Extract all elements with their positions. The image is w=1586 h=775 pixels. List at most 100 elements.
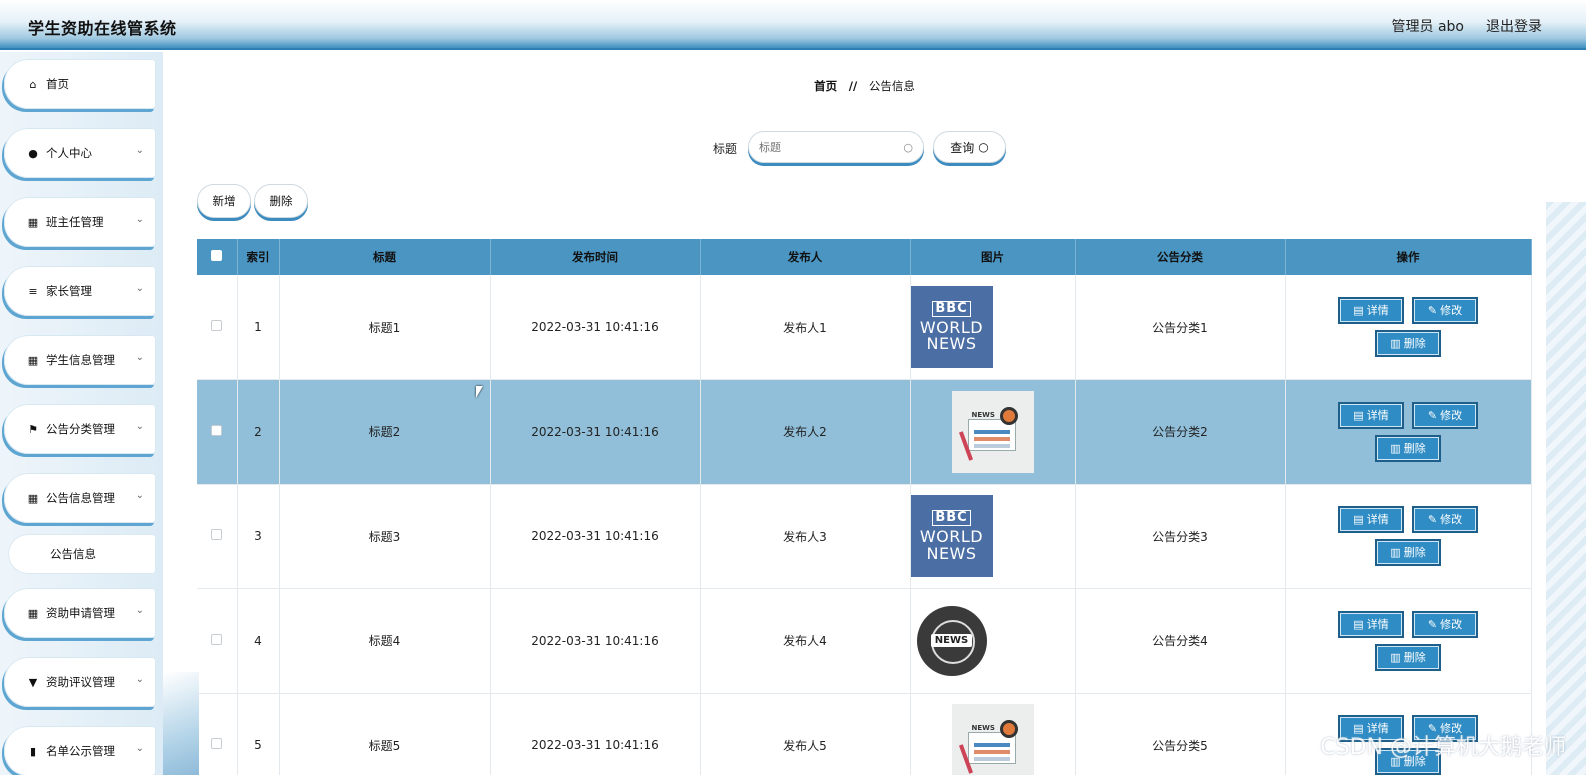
sidebar-item[interactable]: ▮ 名单公示管理 ⌄ [4,726,156,775]
add-button[interactable]: 新增 [197,184,251,218]
cell-title: 标题4 [279,588,491,694]
cell-index: 5 [237,693,280,775]
delete-button-label: 删除 [1403,546,1426,560]
trash-icon: ▥ [1390,546,1401,560]
cell-category: 公告分类4 [1075,588,1286,694]
detail-button[interactable]: ▤ 详情 [1338,610,1404,638]
sidebar-item-label: 名单公示管理 [46,744,115,758]
row-checkbox[interactable] [211,633,223,645]
row-delete-button[interactable]: ▥ 删除 [1375,643,1441,671]
cell-index: 1 [237,275,280,380]
table-row[interactable]: 1 标题1 2022-03-31 10:41:16 发布人1 BBC WORLD NEWS 公… [197,275,1532,380]
search-icon: ○ [903,140,913,154]
sidebar-item[interactable]: ▦ 资助申请管理 ⌄ [4,588,156,638]
row-checkbox[interactable] [211,738,223,750]
cell-title: 标题3 [279,484,491,589]
cell-index: 3 [237,484,280,589]
chevron-down-icon: ⌄ [135,421,144,432]
bbc-logo-text: BBC [932,510,971,526]
sidebar-item[interactable]: ▼ 资助评议管理 ⌄ [4,657,156,707]
edit-button-label: 修改 [1440,304,1463,317]
row-delete-button[interactable]: ▥ 删除 [1375,434,1441,462]
select-all-checkbox[interactable] [211,250,223,261]
sidebar-item[interactable]: ≡ 家长管理 ⌄ [4,266,156,316]
breadcrumb-home[interactable]: 首页 [814,79,837,93]
csdn-watermark: CSDN @计算机大鹅老师 [1320,735,1566,760]
trash-icon: ▥ [1390,337,1401,350]
news-image-paper: NEWS [951,704,1034,775]
search-title-input[interactable] [759,140,889,154]
row-checkbox[interactable] [211,320,223,331]
edit-button[interactable]: ✎ 修改 [1412,297,1478,324]
admin-user-label[interactable]: 管理员 abo [1392,16,1464,36]
column-header: 公告分类 [1075,239,1286,275]
edit-button-label: 修改 [1440,513,1463,527]
row-select-cell [197,693,238,775]
flag-icon: ⚑ [28,422,38,436]
table-row[interactable]: 2 标题2 2022-03-31 10:41:16 发布人2 NEWS 公告分类2 ▤ 详情 ✎… [197,379,1532,485]
row-delete-button[interactable]: ▥ 删除 [1375,330,1441,357]
cell-title: 标题5 [279,693,491,775]
sidebar-item-label: 个人中心 [46,146,92,160]
sidebar-item-label: 公告分类管理 [46,422,115,436]
sidebar-item[interactable]: ▦ 班主任管理 ⌄ [4,197,156,247]
delete-selected-button[interactable]: 删除 [254,184,308,218]
select-all-cell [197,239,238,275]
row-checkbox[interactable] [211,424,223,436]
detail-button[interactable]: ▤ 详情 [1338,401,1404,429]
breadcrumb-separator: // [848,79,858,93]
trash-icon: ▥ [1390,650,1401,664]
column-header: 发布人 [700,239,911,275]
sidebar-item-label: 家长管理 [46,284,92,298]
sidebar: ⌂ 首页 ● 个人中心 ⌄ ▦ 班主任管理 ⌄ ≡ 家长管理 ⌄ ▦ 学生信息管理 ⌄ ⚑ 公告分类管理 ⌄ ▦ 公… [0,52,163,775]
app-title: 学生资助在线管系统 [28,19,177,38]
chevron-down-icon: ⌄ [135,743,144,754]
sidebar-item[interactable]: ● 个人中心 ⌄ [4,128,156,178]
document-icon: ▤ [1353,304,1364,317]
sidebar-item[interactable]: ⌂ 首页 [4,59,156,109]
cell-title: 标题1 [279,275,491,380]
logout-link[interactable]: 退出登录 [1486,16,1542,36]
main-content: 首页 // 公告信息 标题 ○ 查询 ○ 新增 删除 索引 标题 发布时间 发布… [163,52,1586,775]
news-image-globe: NEWS [910,599,993,682]
query-button[interactable]: 查询 ○ [933,131,1006,163]
news-badge-text: NEWS [971,724,995,733]
edit-button[interactable]: ✎ 修改 [1412,610,1478,638]
news-badge-text: NEWS [971,410,995,419]
cell-category: 公告分类2 [1075,379,1286,485]
news-badge-text: NEWS [930,634,973,648]
document-icon: ▤ [1353,617,1364,631]
detail-button-label: 详情 [1366,617,1389,631]
pencil-icon: ✎ [1427,304,1438,317]
delete-button-label: 删除 [1403,337,1426,350]
sidebar-subitem-notice-info[interactable]: 公告信息 [8,534,156,574]
cell-index: 4 [237,588,280,694]
detail-button[interactable]: ▤ 详情 [1338,297,1404,324]
cell-publish-time: 2022-03-31 10:41:16 [490,379,701,485]
table-header-row: 索引 标题 发布时间 发布人 图片 公告分类 操作 [197,239,1532,275]
table-row[interactable]: 3 标题3 2022-03-31 10:41:16 发布人3 BBC WORLD NEWS 公… [197,484,1532,589]
row-checkbox[interactable] [211,529,223,541]
edit-button[interactable]: ✎ 修改 [1412,401,1478,429]
top-bar: 学生资助在线管系统 管理员 abo 退出登录 [0,0,1586,50]
mouse-cursor [476,386,483,398]
grid-icon: ▦ [27,215,39,229]
person-icon: ● [28,146,38,160]
cell-image: BBC WORLD NEWS [910,275,1076,380]
row-select-cell [197,484,238,589]
cell-category: 公告分类1 [1075,275,1286,380]
sidebar-item-label: 资助申请管理 [46,606,115,620]
sidebar-item[interactable]: ⚑ 公告分类管理 ⌄ [4,404,156,454]
sidebar-item[interactable]: ▦ 学生信息管理 ⌄ [4,335,156,385]
sidebar-item[interactable]: ▦ 公告信息管理 ⌄ [4,473,156,523]
row-delete-button[interactable]: ▥ 删除 [1375,539,1441,567]
table-row[interactable]: 4 标题4 2022-03-31 10:41:16 发布人4 NEWS 公告分类4 ▤ 详情 ✎… [197,588,1532,694]
chevron-down-icon: ⌄ [135,145,144,156]
edit-button[interactable]: ✎ 修改 [1412,506,1478,534]
cell-category: 公告分类5 [1075,693,1286,775]
column-header: 发布时间 [490,239,701,275]
row-select-cell [197,588,238,694]
cell-publish-time: 2022-03-31 10:41:16 [490,484,701,589]
detail-button[interactable]: ▤ 详情 [1338,506,1404,534]
pencil-icon: ✎ [1427,513,1438,527]
